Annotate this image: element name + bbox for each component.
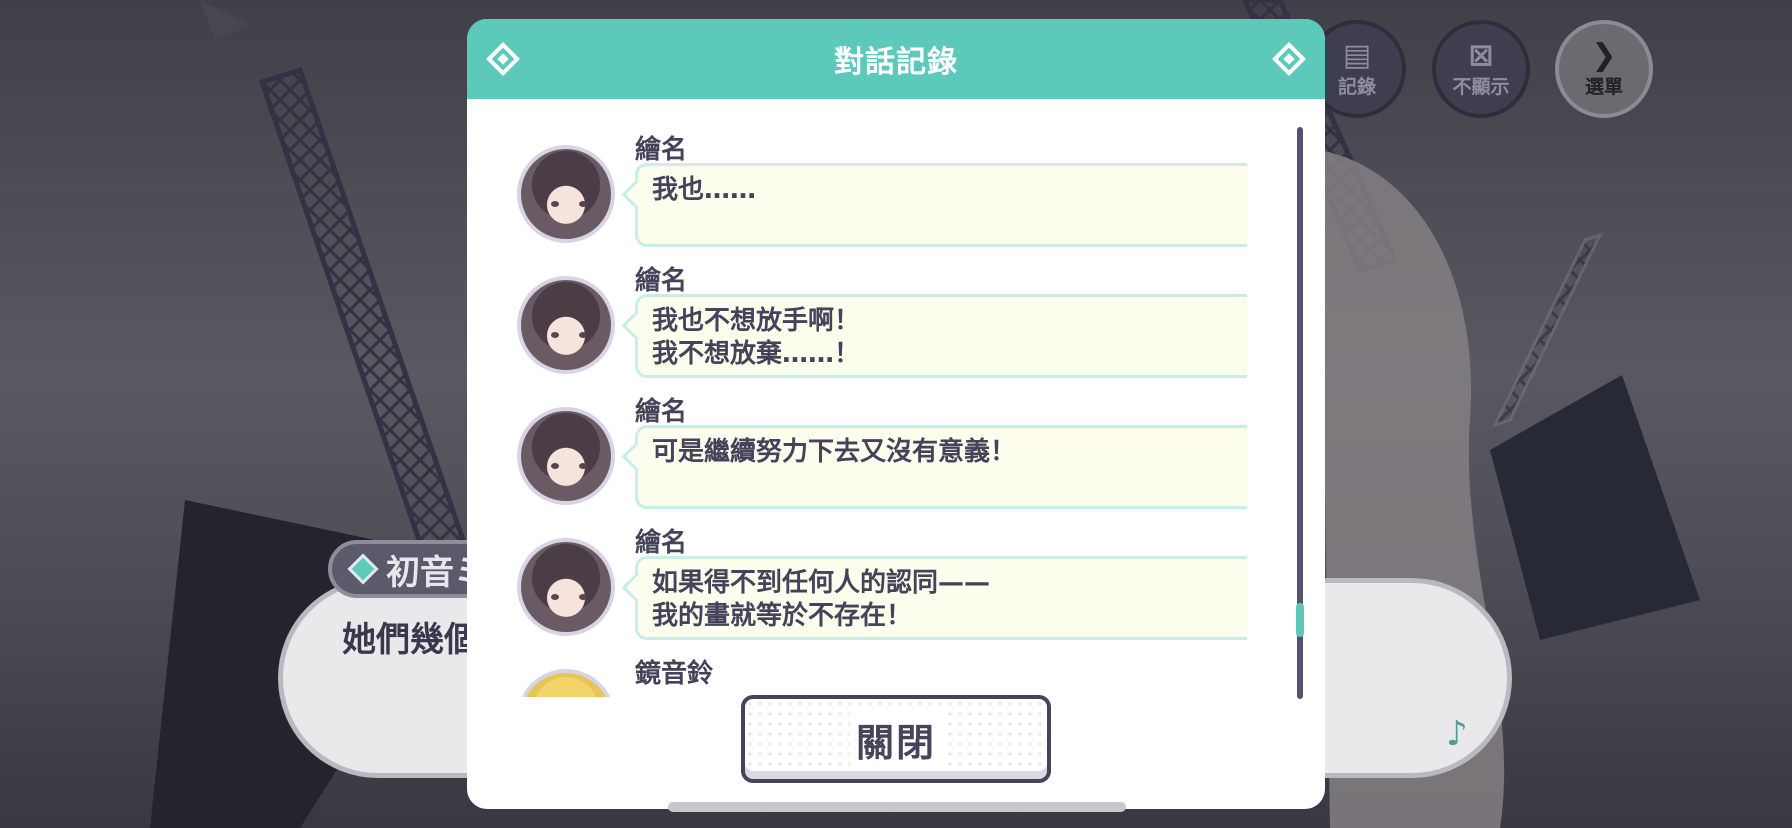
log-entry: 繪名 可是繼續努力下去又沒有意義！: [507, 391, 1247, 522]
log-entry: 繪名 如果得不到任何人的認同—— 我的畫就等於不存在！: [507, 522, 1247, 653]
avatar-eye: [579, 463, 587, 469]
menu-button-label: 選單: [1584, 75, 1623, 98]
hide-ui-button[interactable]: ⊠ 不顯示: [1432, 20, 1530, 118]
speaker-name: 繪名: [635, 135, 688, 165]
speaker-avatar: [517, 276, 615, 374]
home-indicator[interactable]: [668, 802, 1126, 812]
speaker-name: 繪名: [635, 397, 688, 427]
avatar-eye: [579, 594, 587, 600]
log-list[interactable]: 繪名 我也…… 繪名 我也不想放手啊！ 我不想放棄……！ 繪名 可是繼續努力下去…: [507, 129, 1247, 697]
dialogue-bubble: 如果得不到任何人的認同—— 我的畫就等於不存在！: [635, 556, 1247, 640]
dialogue-bubble: 我也不想放手啊！ 我不想放棄……！: [635, 294, 1247, 378]
diamond-icon: [347, 553, 379, 585]
close-button-label: 關閉: [849, 711, 942, 767]
log-entry-partial: 鏡音鈴: [507, 653, 1247, 697]
modal-title: 對話記錄: [834, 45, 958, 80]
hide-icon: ⊠: [1468, 37, 1494, 73]
speaker-name: 繪名: [635, 266, 688, 296]
speaker-avatar: [517, 669, 615, 697]
modal-header: 對話記錄: [467, 19, 1325, 99]
chevron-right-icon: ❯: [1591, 37, 1617, 73]
avatar-eye: [551, 594, 559, 600]
speaker-name: 繪名: [635, 528, 688, 558]
speaker-avatar: [517, 538, 615, 636]
close-button[interactable]: 關閉: [741, 695, 1051, 783]
music-note-icon: ♪: [1446, 714, 1468, 754]
avatar-eye: [551, 463, 559, 469]
log-button-label: 記錄: [1337, 75, 1376, 98]
speaker-name: 鏡音鈴: [635, 659, 714, 689]
dialogue-bubble: 可是繼續努力下去又沒有意義！: [635, 425, 1247, 509]
menu-button[interactable]: ❯ 選單: [1555, 20, 1653, 118]
avatar-eye: [579, 332, 587, 338]
diamond-icon: [1272, 42, 1306, 76]
diamond-icon: [486, 42, 520, 76]
dialogue-bubble: 我也……: [635, 163, 1247, 247]
hide-button-label: 不顯示: [1452, 75, 1510, 98]
dialogue-log-modal: 對話記錄 繪名 我也…… 繪名 我也不想放手啊！ 我不想放棄……！ 繪名 可是繼…: [467, 19, 1325, 809]
log-entry: 繪名 我也……: [507, 129, 1247, 260]
log-entry: 繪名 我也不想放手啊！ 我不想放棄……！: [507, 260, 1247, 391]
avatar-eye: [551, 201, 559, 207]
story-dialogue-text: 她們幾個: [342, 620, 478, 660]
log-scrollbar-thumb[interactable]: [1296, 603, 1304, 637]
avatar-eye: [551, 332, 559, 338]
speaker-avatar: [517, 145, 615, 243]
speaker-avatar: [517, 407, 615, 505]
speech-bubble-icon: ▤: [1342, 37, 1372, 73]
avatar-eye: [579, 201, 587, 207]
